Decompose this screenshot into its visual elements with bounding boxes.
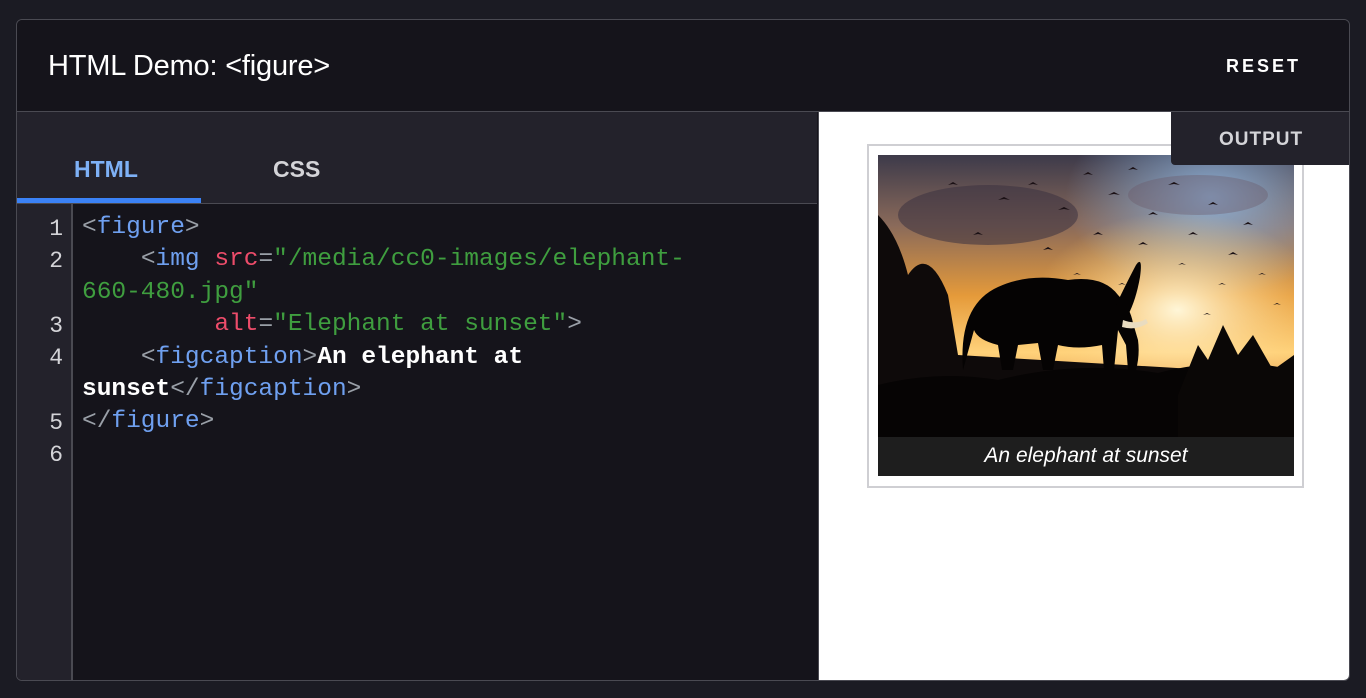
line-number: 2: [49, 248, 63, 274]
line-number: 4: [49, 345, 63, 371]
figcaption: An elephant at sunset: [878, 437, 1294, 476]
output-label: OUTPUT: [1219, 129, 1304, 150]
page-title: HTML Demo: <figure>: [48, 50, 331, 82]
code-line: alt="Elephant at sunset">: [214, 311, 582, 339]
line-number: 1: [49, 216, 63, 242]
demo-header: HTML Demo: <figure> RESET: [17, 20, 1349, 112]
figure: An elephant at sunset: [867, 144, 1304, 488]
tab-css[interactable]: CSS: [273, 156, 320, 183]
code-line: <img src="/media/cc0-images/elephant-: [140, 246, 685, 274]
code-editor-panel: HTML CSS 1 2 3 4 5 6 <figure> <img src="…: [17, 112, 817, 680]
line-number: 5: [49, 410, 63, 436]
interactive-example: HTML Demo: <figure> RESET HTML CSS 1 2 3…: [16, 19, 1350, 681]
elephant-sunset-image: [878, 155, 1294, 437]
editor-tabs: HTML CSS: [17, 112, 817, 204]
code-line-wrapped: 660-480.jpg": [82, 278, 259, 306]
code-line-wrapped: sunset</figcaption>: [82, 375, 362, 403]
tab-html[interactable]: HTML: [74, 156, 138, 183]
output-panel: An elephant at sunset OUTPUT: [818, 112, 1349, 680]
code-line: </figure>: [82, 408, 215, 436]
line-number-gutter: 1 2 3 4 5 6: [17, 204, 73, 680]
code-line: <figure>: [82, 214, 200, 241]
line-number: 3: [49, 313, 63, 339]
output-tab: OUTPUT: [1171, 112, 1349, 165]
active-tab-indicator: [17, 198, 201, 203]
line-number: 6: [49, 442, 63, 468]
reset-button[interactable]: RESET: [1226, 56, 1301, 77]
code-text-area[interactable]: <figure> <img src="/media/cc0-images/ele…: [82, 212, 685, 471]
code-line: <figcaption>An elephant at: [140, 343, 524, 371]
